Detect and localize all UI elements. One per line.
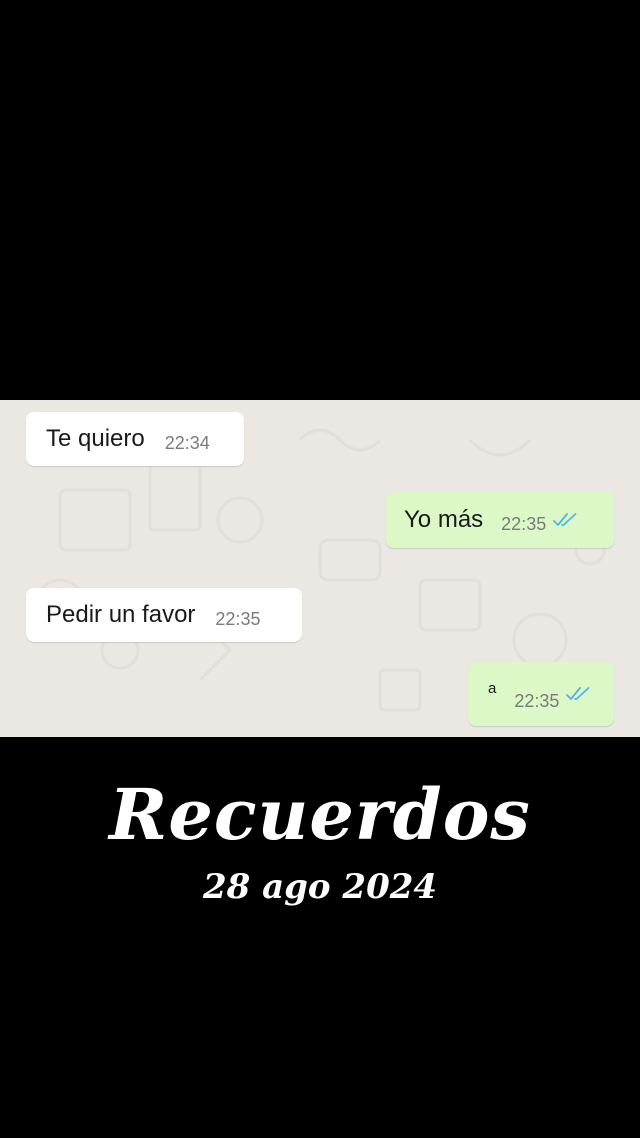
double-check-read-icon bbox=[566, 687, 590, 700]
message-time: 22:35 bbox=[514, 690, 560, 711]
message-text: Pedir un favor bbox=[46, 601, 196, 628]
caption-title: Recuerdos bbox=[109, 773, 531, 856]
message-text: Te quiero bbox=[46, 425, 145, 452]
message-time: 22:35 bbox=[501, 513, 547, 534]
double-check-read-icon bbox=[553, 513, 577, 526]
chat-screenshot: Te quiero 22:34 Yo más 22:35 Pedir un fa… bbox=[0, 400, 640, 737]
message-time: 22:34 bbox=[164, 432, 210, 453]
incoming-message[interactable]: Pedir un favor 22:35 bbox=[26, 588, 302, 642]
message-text: a bbox=[488, 680, 497, 697]
outgoing-message[interactable]: Yo más 22:35 bbox=[386, 492, 614, 548]
outgoing-message[interactable]: a 22:35 bbox=[468, 662, 614, 726]
message-time: 22:35 bbox=[215, 608, 261, 629]
caption-date: 28 ago 2024 bbox=[202, 867, 438, 907]
message-text: Yo más bbox=[404, 506, 484, 533]
incoming-message[interactable]: Te quiero 22:34 bbox=[26, 412, 244, 466]
caption: Recuerdos 28 ago 2024 bbox=[0, 770, 640, 912]
